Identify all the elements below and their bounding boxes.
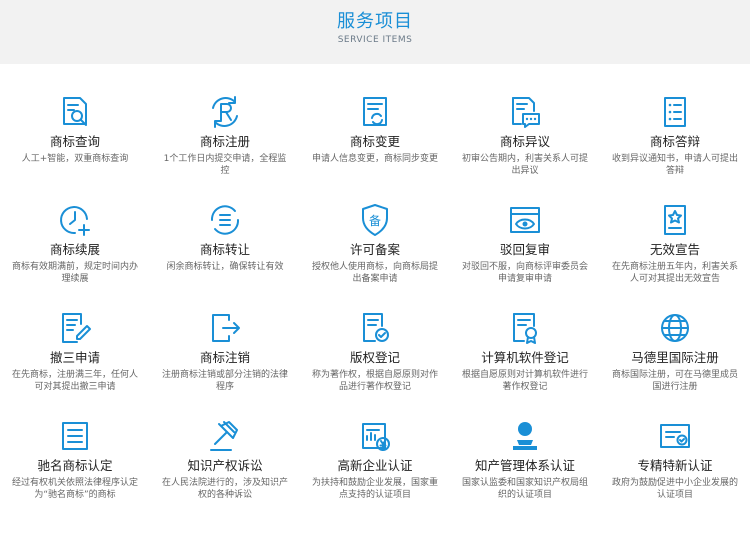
service-description: 政府为鼓励促进中小企业发展的认证项目 (611, 478, 738, 500)
service-name: 无效宣告 (649, 242, 700, 257)
document-comment-icon (507, 94, 543, 130)
service-description: 国家认监委和国家知识产权局组织的认证项目 (461, 478, 588, 500)
gavel-icon (207, 418, 243, 454)
service-description: 称为著作权，根据自愿原则对作品进行著作权登记 (311, 370, 438, 392)
svg-text:备: 备 (369, 214, 381, 228)
browser-eye-icon (507, 202, 543, 238)
section-title: 服务项目 (337, 11, 413, 32)
document-badge-icon (507, 310, 543, 346)
document-list-icon (657, 94, 693, 130)
exit-arrow-icon (207, 310, 243, 346)
service-name: 撤三申请 (49, 350, 100, 365)
service-item[interactable]: 商标注册 1个工作日内提交申请，全程监控 (150, 86, 300, 194)
service-description: 根据自愿原则对计算机软件进行著作权登记 (461, 370, 588, 392)
service-name: 商标注销 (199, 350, 250, 365)
service-name: 商标转让 (199, 242, 250, 257)
service-item[interactable]: 无效宣告在先商标注册五年内，利害关系人可对其提出无效宣告 (600, 194, 750, 302)
service-item[interactable]: 商标转让闲余商标转让，确保转让有效 (150, 194, 300, 302)
service-item[interactable]: 商标续展商标有效期满前，规定时间内办理续展 (0, 194, 150, 302)
service-item[interactable]: 知识产权诉讼在人民法院进行的，涉及知识产权的各种诉讼 (150, 410, 300, 518)
service-name: 马德里国际注册 (631, 350, 719, 365)
service-item[interactable]: 商标注销注册商标注销或部分注销的法律程序 (150, 302, 300, 410)
service-name: 商标答辩 (649, 134, 700, 149)
service-description: 在先商标，注册满三年，任何人可对其提出撤三申请 (11, 370, 138, 392)
service-name: 版权登记 (349, 350, 400, 365)
document-check-icon (357, 310, 393, 346)
service-description: 人工+智能，双重商标查询 (21, 154, 129, 164)
service-item[interactable]: 版权登记称为著作权，根据自愿原则对作品进行著作权登记 (300, 302, 450, 410)
document-star-icon (657, 202, 693, 238)
service-name: 商标续展 (49, 242, 100, 257)
service-name: 驳回复审 (499, 242, 550, 257)
service-item[interactable]: 商标查询人工+智能，双重商标查询 (0, 86, 150, 194)
service-item[interactable]: 高新企业认证为扶持和鼓励企业发展，国家重点支持的认证项目 (300, 410, 450, 518)
registered-r-icon (207, 94, 243, 130)
user-seal-icon (507, 418, 543, 454)
service-description: 商标有效期满前，规定时间内办理续展 (11, 262, 138, 284)
shield-bei-icon: 备 (357, 202, 393, 238)
service-description: 对驳回不服，向商标评审委员会申请复审申请 (461, 262, 588, 284)
service-item[interactable]: 驳回复审对驳回不服，向商标评审委员会申请复审申请 (450, 194, 600, 302)
service-name: 知识产权诉讼 (187, 458, 263, 473)
service-description: 授权他人使用商标，向商标局提出备案申请 (311, 262, 438, 284)
service-item[interactable]: 商标答辩收到异议通知书，申请人可提出答辩 (600, 86, 750, 194)
service-grid: 商标查询 人工+智能，双重商标查询 商标注册 1个工作日内提交申请，全程监控 商标变更申… (0, 86, 750, 518)
service-description: 申请人信息变更，商标同步变更 (311, 154, 438, 164)
service-name: 许可备案 (349, 242, 400, 257)
service-description: 收到异议通知书，申请人可提出答辩 (611, 154, 738, 176)
service-name: 商标查询 (49, 134, 100, 149)
service-item[interactable]: 商标变更申请人信息变更，商标同步变更 (300, 86, 450, 194)
service-description: 在先商标注册五年内，利害关系人可对其提出无效宣告 (611, 262, 738, 284)
service-description: 经过有权机关依照法律程序认定为“驰名商标”的商标 (11, 478, 138, 500)
globe-icon (657, 310, 693, 346)
section-subtitle: SERVICE ITEMS (337, 35, 413, 45)
document-refresh-icon (357, 94, 393, 130)
service-description: 商标国际注册，可在马德里成员国进行注册 (611, 370, 738, 392)
service-name: 专精特新认证 (637, 458, 713, 473)
service-description: 初审公告期内，利害关系人可提出异议 (461, 154, 588, 176)
document-pen-icon (57, 310, 93, 346)
service-description: 为扶持和鼓励企业发展，国家重点支持的认证项目 (311, 478, 438, 500)
service-item[interactable]: 商标异议初审公告期内，利害关系人可提出异议 (450, 86, 600, 194)
card-check-icon (657, 418, 693, 454)
chart-money-icon (357, 418, 393, 454)
service-description: 注册商标注销或部分注销的法律程序 (161, 370, 288, 392)
service-item[interactable]: 专精特新认证政府为鼓励促进中小企业发展的认证项目 (600, 410, 750, 518)
service-name: 商标注册 (199, 134, 250, 149)
service-name: 知产管理体系认证 (474, 458, 575, 473)
service-item[interactable]: 备许可备案授权他人使用商标，向商标局提出备案申请 (300, 194, 450, 302)
service-description: 在人民法院进行的，涉及知识产权的各种诉讼 (161, 478, 288, 500)
clock-plus-icon (57, 202, 93, 238)
service-description: 闲余商标转让，确保转让有效 (166, 262, 284, 272)
service-item[interactable]: 撤三申请在先商标，注册满三年，任何人可对其提出撤三申请 (0, 302, 150, 410)
service-name: 计算机软件登记 (481, 350, 569, 365)
transfer-list-icon (207, 202, 243, 238)
section-header: 服务项目 SERVICE ITEMS (0, 0, 750, 64)
service-name: 商标异议 (499, 134, 550, 149)
service-item[interactable]: 知产管理体系认证国家认监委和国家知识产权局组织的认证项目 (450, 410, 600, 518)
service-item[interactable]: 计算机软件登记根据自愿原则对计算机软件进行著作权登记 (450, 302, 600, 410)
service-name: 商标变更 (349, 134, 400, 149)
service-item[interactable]: 马德里国际注册商标国际注册，可在马德里成员国进行注册 (600, 302, 750, 410)
service-name: 高新企业认证 (337, 458, 413, 473)
service-name: 驰名商标认定 (37, 458, 113, 473)
service-description: 1个工作日内提交申请，全程监控 (163, 154, 287, 176)
document-search-icon (57, 94, 93, 130)
folder-list-icon (57, 418, 93, 454)
service-item[interactable]: 驰名商标认定经过有权机关依照法律程序认定为“驰名商标”的商标 (0, 410, 150, 518)
